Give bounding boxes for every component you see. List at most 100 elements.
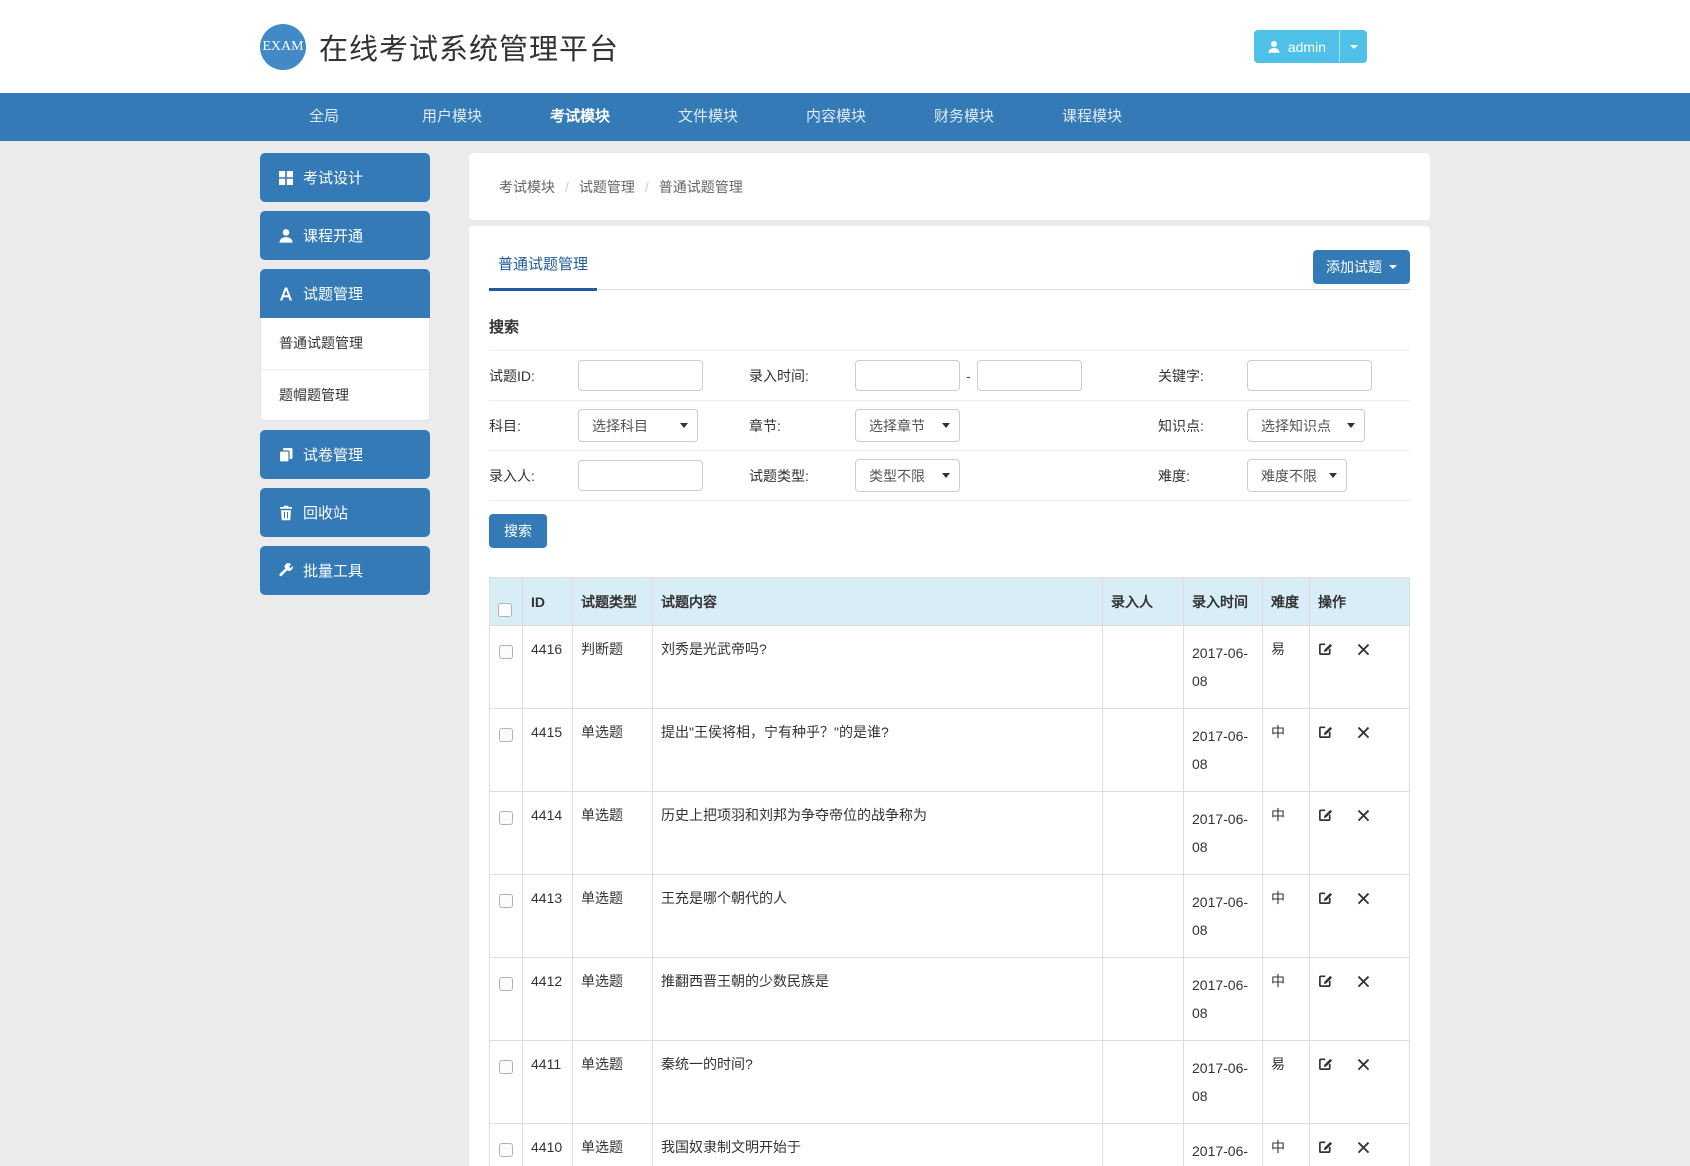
nav-item-user-module[interactable]: 用户模块 [388,93,516,141]
question-date-cell: 2017-06-08 [1184,875,1263,958]
sidebar-item-recycle-bin[interactable]: 回收站 [260,488,430,537]
sidebar-item-label: 试题管理 [303,283,363,304]
subject-label: 科目: [489,416,578,436]
difficulty-select[interactable]: 难度不限 [1247,459,1347,492]
question-difficulty-cell: 中 [1263,958,1310,1041]
breadcrumb-item-question-management[interactable]: 试题管理 [579,177,635,197]
question-type-cell: 单选题 [573,1124,653,1166]
nav-item-content-module[interactable]: 内容模块 [772,93,900,141]
row-checkbox[interactable] [499,977,513,991]
header-id: ID [523,578,573,626]
delete-icon[interactable] [1357,724,1370,744]
delete-icon[interactable] [1357,641,1370,661]
entry-time-end-input[interactable] [977,360,1082,391]
user-button[interactable]: admin [1254,30,1339,63]
sidebar-item-course-open[interactable]: 课程开通 [260,211,430,260]
question-content-cell: 我国奴隶制文明开始于 [653,1124,1103,1166]
edit-icon[interactable] [1318,890,1333,910]
creator-label: 录入人: [489,466,578,486]
nav-item-global[interactable]: 全局 [260,93,388,141]
question-creator-cell [1103,792,1184,875]
difficulty-label: 难度: [1158,466,1247,486]
search-button[interactable]: 搜索 [489,514,547,548]
search-row-3: 录入人: 试题类型: 类型不限 难度: 难度不限 [489,451,1410,501]
question-creator-cell [1103,875,1184,958]
breadcrumb-separator: / [645,179,649,195]
question-table-body: 4416 判断题 刘秀是光武帝吗? 2017-06-08 易 4415 单选题 … [490,626,1410,1166]
sidebar-item-paper-management[interactable]: 试卷管理 [260,430,430,479]
keyword-label: 关键字: [1158,366,1247,386]
select-all-checkbox[interactable] [498,603,512,617]
keyword-input[interactable] [1247,360,1372,391]
sidebar-submenu: 普通试题管理 题帽题管理 [260,318,430,421]
person-icon [1267,40,1281,54]
user-dropdown-toggle[interactable] [1339,30,1367,63]
row-checkbox[interactable] [499,811,513,825]
nav-item-file-module[interactable]: 文件模块 [644,93,772,141]
creator-input[interactable] [578,460,703,491]
tab-normal-question-management[interactable]: 普通试题管理 [489,253,597,291]
sidebar-item-label: 回收站 [303,502,348,523]
edit-icon[interactable] [1318,641,1333,661]
question-content-cell: 历史上把项羽和刘邦为争夺帝位的战争称为 [653,792,1103,875]
question-id-cell: 4416 [523,626,573,709]
row-checkbox[interactable] [499,645,513,659]
delete-icon[interactable] [1357,890,1370,910]
grid-icon [278,170,294,186]
sidebar-item-exam-design[interactable]: 考试设计 [260,153,430,202]
sidebar-item-question-management[interactable]: 试题管理 [260,269,430,318]
breadcrumb-item-exam-module[interactable]: 考试模块 [499,177,555,197]
nav-item-course-module[interactable]: 课程模块 [1028,93,1156,141]
subject-select[interactable]: 选择科目 [578,409,698,442]
question-difficulty-cell: 易 [1263,1041,1310,1124]
edit-icon[interactable] [1318,973,1333,993]
delete-icon[interactable] [1357,1139,1370,1159]
question-row: 4412 单选题 推翻西晋王朝的少数民族是 2017-06-08 中 [490,958,1410,1041]
knowledge-select-value: 选择知识点 [1261,416,1331,436]
caret-down-icon [1347,423,1355,428]
row-checkbox[interactable] [499,728,513,742]
question-difficulty-cell: 中 [1263,709,1310,792]
question-id-input[interactable] [578,360,703,391]
logo-text: EXAM [262,39,303,55]
sidebar-subitem-normal-question-management[interactable]: 普通试题管理 [261,318,429,369]
delete-icon[interactable] [1357,807,1370,827]
delete-icon[interactable] [1357,973,1370,993]
row-checkbox[interactable] [499,1143,513,1157]
chapter-select[interactable]: 选择章节 [855,409,960,442]
table-header-row: ID 试题类型 试题内容 录入人 录入时间 难度 操作 [490,578,1410,626]
sidebar-item-label: 批量工具 [303,560,363,581]
question-content-cell: 推翻西晋王朝的少数民族是 [653,958,1103,1041]
sidebar-subitem-cap-question-management[interactable]: 题帽题管理 [261,369,429,420]
edit-icon[interactable] [1318,724,1333,744]
question-creator-cell [1103,1124,1184,1166]
row-checkbox[interactable] [499,894,513,908]
caret-down-icon [942,473,950,478]
entry-time-label: 录入时间: [749,366,855,386]
difficulty-select-value: 难度不限 [1261,466,1317,486]
add-question-button[interactable]: 添加试题 [1313,250,1410,284]
entry-time-start-input[interactable] [855,360,960,391]
breadcrumb: 考试模块 / 试题管理 / 普通试题管理 [469,153,1430,220]
row-checkbox[interactable] [499,1060,513,1074]
breadcrumb-item-current: 普通试题管理 [659,177,743,197]
edit-icon[interactable] [1318,1139,1333,1159]
question-creator-cell [1103,709,1184,792]
edit-icon[interactable] [1318,807,1333,827]
sidebar-item-batch-tools[interactable]: 批量工具 [260,546,430,595]
question-type-select[interactable]: 类型不限 [855,459,960,492]
knowledge-select[interactable]: 选择知识点 [1247,409,1365,442]
question-creator-cell [1103,626,1184,709]
question-date-cell: 2017-06-08 [1184,626,1263,709]
header-difficulty: 难度 [1263,578,1310,626]
search-heading: 搜索 [489,316,1410,351]
subject-select-value: 选择科目 [592,416,648,436]
nav-item-exam-module[interactable]: 考试模块 [516,93,644,141]
question-row: 4416 判断题 刘秀是光武帝吗? 2017-06-08 易 [490,626,1410,709]
question-type-select-value: 类型不限 [869,466,925,486]
nav-item-finance-module[interactable]: 财务模块 [900,93,1028,141]
chapter-select-value: 选择章节 [869,416,925,436]
edit-icon[interactable] [1318,1056,1333,1076]
delete-icon[interactable] [1357,1056,1370,1076]
question-content-cell: 王充是哪个朝代的人 [653,875,1103,958]
